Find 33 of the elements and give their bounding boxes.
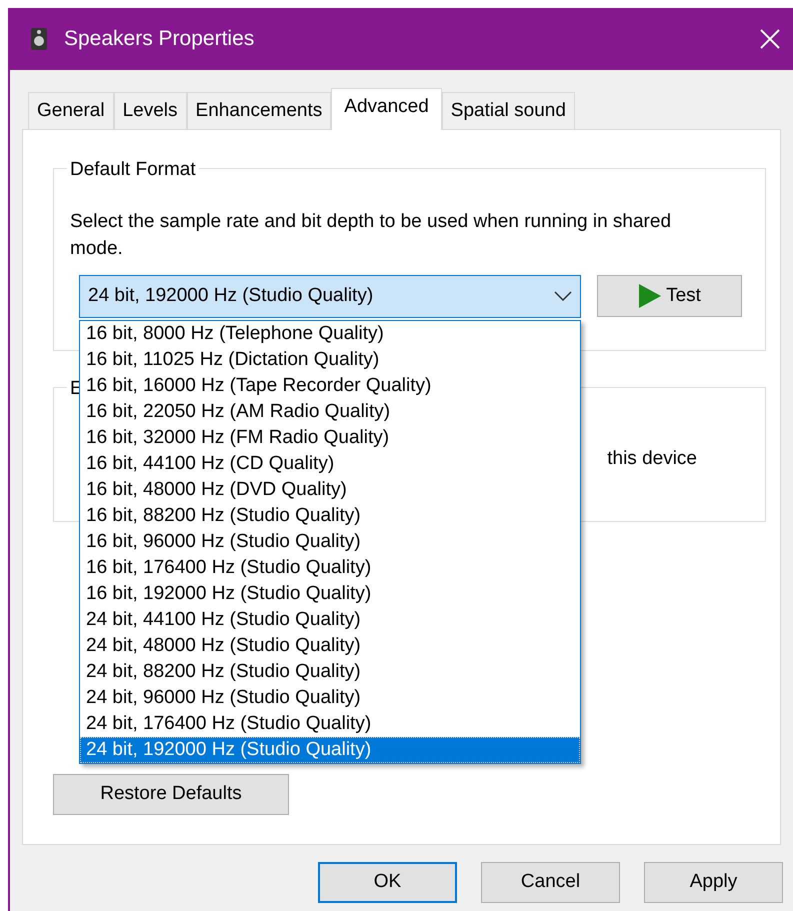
dialog-button[interactable]: OK: [318, 862, 457, 903]
speaker-icon: [30, 27, 48, 51]
tab[interactable]: Levels: [114, 92, 187, 129]
dropdown-option[interactable]: 16 bit, 192000 Hz (Studio Quality): [80, 581, 580, 607]
tab[interactable]: Advanced: [331, 88, 442, 130]
dialog-button[interactable]: Apply: [644, 862, 783, 903]
window-title: Speakers Properties: [64, 26, 256, 52]
close-icon[interactable]: [759, 28, 781, 50]
tab[interactable]: Spatial sound: [442, 92, 575, 129]
dropdown-option[interactable]: 24 bit, 48000 Hz (Studio Quality): [80, 633, 580, 659]
dropdown-option[interactable]: 24 bit, 44100 Hz (Studio Quality): [80, 607, 580, 633]
dropdown-option[interactable]: 24 bit, 96000 Hz (Studio Quality): [80, 685, 580, 711]
dropdown-option[interactable]: 16 bit, 96000 Hz (Studio Quality): [80, 529, 580, 555]
restore-defaults-button[interactable]: Restore Defaults: [53, 774, 289, 815]
chevron-icon: [554, 291, 572, 301]
dropdown-option[interactable]: 16 bit, 88200 Hz (Studio Quality): [80, 503, 580, 529]
tab[interactable]: General: [28, 92, 114, 129]
dropdown-option[interactable]: 16 bit, 8000 Hz (Telephone Quality): [80, 321, 580, 347]
dropdown-option[interactable]: 24 bit, 192000 Hz (Studio Quality): [80, 737, 580, 763]
play-icon: [638, 283, 662, 309]
dropdown-option[interactable]: 24 bit, 176400 Hz (Studio Quality): [80, 711, 580, 737]
dropdown-option[interactable]: 16 bit, 32000 Hz (FM Radio Quality): [80, 425, 580, 451]
format-dropdown[interactable]: 24 bit, 192000 Hz (Studio Quality): [79, 274, 581, 318]
description-text: Select the sample rate and bit depth to be used when running in shared mode.: [70, 210, 672, 260]
dropdown-option[interactable]: 16 bit, 11025 Hz (Dictation Quality): [80, 347, 580, 373]
tab[interactable]: Enhancements: [186, 92, 332, 129]
dropdown-option[interactable]: 16 bit, 44100 Hz (CD Quality): [80, 451, 580, 477]
test-button[interactable]: Test: [597, 275, 742, 317]
dropdown-option[interactable]: 16 bit, 176400 Hz (Studio Quality): [80, 555, 580, 581]
description-text: this device: [607, 446, 697, 470]
dialog-button[interactable]: Cancel: [481, 862, 620, 903]
dropdown-option[interactable]: 16 bit, 48000 Hz (DVD Quality): [80, 477, 580, 503]
dropdown-option[interactable]: 24 bit, 88200 Hz (Studio Quality): [80, 659, 580, 685]
